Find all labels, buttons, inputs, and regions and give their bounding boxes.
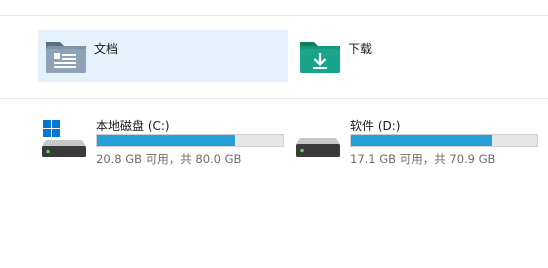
drive-usage-fill-d bbox=[351, 135, 493, 146]
drive-usage-bar-d bbox=[350, 134, 538, 147]
drive-usage-bar-c bbox=[96, 134, 284, 147]
drive-c[interactable]: 本地磁盘 (C:) 20.8 GB 可用，共 80.0 GB bbox=[40, 114, 290, 166]
drive-d[interactable]: 软件 (D:) 17.1 GB 可用，共 70.9 GB bbox=[294, 114, 544, 166]
drive-usage-fill-c bbox=[97, 135, 235, 146]
folder-tile-documents[interactable]: 文档 bbox=[38, 30, 288, 82]
divider bbox=[0, 15, 548, 16]
folder-label-documents: 文档 bbox=[94, 42, 119, 56]
drive-info-d: 17.1 GB 可用，共 70.9 GB bbox=[350, 152, 496, 166]
documents-folder-icon bbox=[46, 42, 86, 73]
drive-info-c: 20.8 GB 可用，共 80.0 GB bbox=[96, 152, 242, 166]
drive-name-d: 软件 (D:) bbox=[350, 119, 401, 133]
divider bbox=[0, 98, 548, 99]
drive-name-c: 本地磁盘 (C:) bbox=[96, 119, 170, 133]
hard-drive-icon bbox=[296, 138, 340, 157]
folder-label-downloads: 下载 bbox=[348, 42, 373, 56]
system-drive-icon bbox=[42, 120, 86, 157]
folder-tile-downloads[interactable]: 下载 bbox=[292, 30, 542, 82]
this-pc-view: 文档 下载 本地磁盘 (C:) 20.8 GB 可用，共 80.0 GB 软件 … bbox=[0, 0, 548, 268]
downloads-folder-icon bbox=[300, 42, 340, 73]
